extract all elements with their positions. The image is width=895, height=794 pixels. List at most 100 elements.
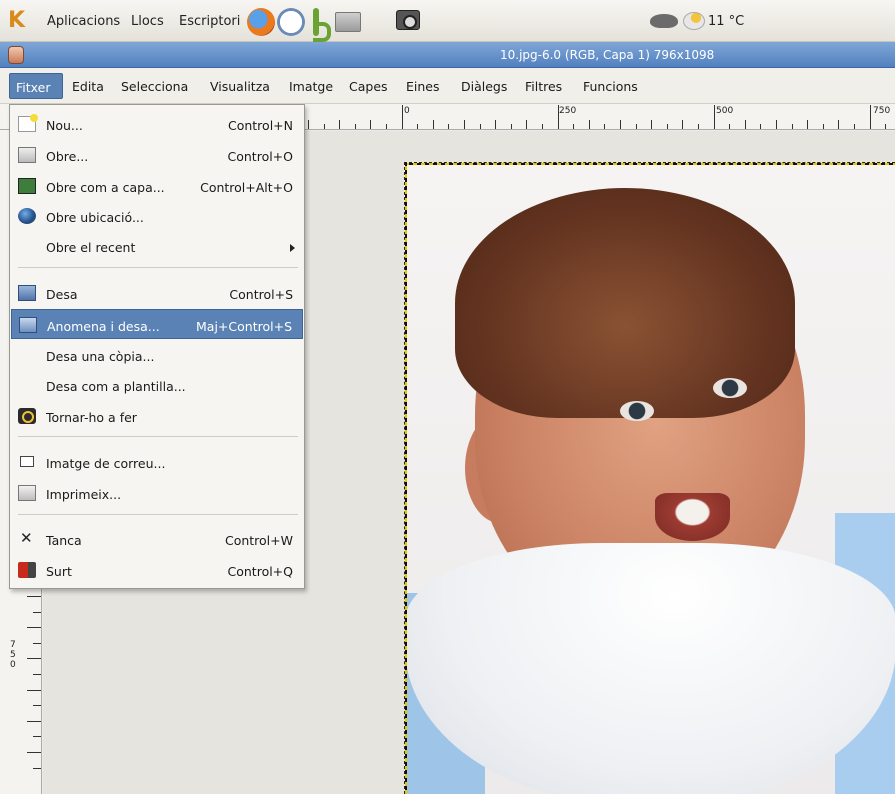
image-photo[interactable] bbox=[404, 162, 895, 794]
ruler-tick bbox=[729, 124, 731, 129]
ruler-tick bbox=[573, 124, 575, 129]
menu-item-label: Obre el recent bbox=[46, 240, 136, 255]
print-icon bbox=[18, 485, 36, 501]
ruler-tick bbox=[33, 736, 41, 738]
ruler-tick bbox=[33, 674, 41, 675]
menu-fitxer[interactable]: Fitxer bbox=[9, 73, 63, 99]
ruler-tick bbox=[542, 124, 543, 129]
menu-item-shortcut: Control+S bbox=[229, 287, 293, 302]
window-titlebar[interactable]: 10.jpg-6.0 (RGB, Capa 1) 796x1098 bbox=[0, 42, 895, 68]
menu-edita[interactable]: Edita bbox=[72, 79, 104, 94]
green-icon[interactable] bbox=[307, 8, 331, 42]
menu-item-save[interactable]: Desa Control+S bbox=[11, 278, 303, 308]
ruler-tick bbox=[526, 120, 528, 129]
ruler-tick bbox=[33, 767, 41, 769]
menu-item-label: Surt bbox=[46, 564, 72, 579]
menu-filtres[interactable]: Filtres bbox=[525, 79, 562, 94]
menu-item-quit[interactable]: Surt Control+Q bbox=[11, 555, 303, 585]
menu-item-new[interactable]: Nou... Control+N bbox=[11, 109, 303, 139]
menu-capes[interactable]: Capes bbox=[349, 79, 388, 94]
panel-menu-applications[interactable]: Aplicacions bbox=[47, 14, 120, 29]
ruler-label-0: 0 bbox=[404, 106, 410, 116]
clock-icon[interactable] bbox=[277, 8, 305, 36]
menu-dialegs[interactable]: Diàlegs bbox=[461, 79, 507, 94]
ruler-label-750: 750 bbox=[873, 106, 891, 116]
menu-item-revert[interactable]: Tornar-ho a fer bbox=[11, 401, 303, 431]
weather-bird-icon bbox=[650, 14, 678, 28]
ruler-tick bbox=[698, 124, 699, 129]
menu-item-open-recent[interactable]: Obre el recent bbox=[11, 231, 303, 261]
ruler-tick bbox=[448, 124, 450, 129]
menu-imatge[interactable]: Imatge bbox=[289, 79, 333, 94]
ruler-tick bbox=[33, 611, 41, 613]
open-icon bbox=[18, 147, 36, 163]
menu-item-label: Tornar-ho a fer bbox=[46, 410, 137, 425]
menu-selecciona[interactable]: Selecciona bbox=[121, 79, 188, 94]
ruler-tick bbox=[651, 120, 653, 129]
ruler-tick bbox=[588, 120, 590, 129]
weather-cloud-icon[interactable] bbox=[683, 12, 705, 30]
menu-item-label: Desa com a plantilla... bbox=[46, 379, 186, 394]
mail-icon bbox=[20, 456, 34, 467]
panel-menu-places[interactable]: Llocs bbox=[131, 14, 164, 29]
ruler-tick bbox=[370, 120, 372, 129]
photo-region bbox=[620, 401, 654, 421]
save-icon bbox=[18, 285, 36, 301]
menu-item-save-copy[interactable]: Desa una còpia... bbox=[11, 340, 303, 370]
menu-item-shortcut: Control+Q bbox=[227, 564, 294, 579]
ruler-tick bbox=[401, 105, 403, 129]
ruler-tick bbox=[27, 720, 41, 722]
ruler-tick bbox=[479, 124, 481, 129]
menu-item-open[interactable]: Obre... Control+O bbox=[11, 140, 303, 170]
ruler-tick bbox=[386, 124, 387, 129]
camera-icon[interactable] bbox=[396, 10, 420, 30]
ruler-tick bbox=[682, 120, 684, 129]
ruler-tick bbox=[27, 658, 41, 660]
ruler-tick bbox=[417, 124, 419, 129]
menu-item-label: Obre... bbox=[46, 149, 89, 164]
menu-item-close[interactable]: ✕ Tanca Control+W bbox=[11, 524, 303, 554]
firefox-icon[interactable] bbox=[247, 8, 275, 36]
menu-item-open-as-layer[interactable]: Obre com a capa... Control+Alt+O bbox=[11, 171, 303, 201]
menu-funcions[interactable]: Funcions bbox=[583, 79, 638, 94]
ruler-tick bbox=[854, 124, 855, 129]
menu-item-mail-image[interactable]: Imatge de correu... bbox=[11, 447, 303, 477]
menu-item-print[interactable]: Imprimeix... bbox=[11, 478, 303, 508]
save-as-icon bbox=[19, 317, 37, 333]
menu-item-shortcut: Maj+Control+S bbox=[196, 319, 292, 334]
menu-visualitza[interactable]: Visualitza bbox=[210, 79, 270, 94]
photo-region bbox=[713, 378, 747, 398]
folder-icon[interactable] bbox=[335, 12, 361, 32]
ruler-tick bbox=[33, 705, 41, 707]
ruler-tick bbox=[838, 120, 840, 129]
ruler-tick bbox=[885, 124, 887, 129]
menu-item-save-template[interactable]: Desa com a plantilla... bbox=[11, 370, 303, 400]
ruler-tick bbox=[822, 124, 824, 129]
panel-menu-desktop[interactable]: Escriptori bbox=[179, 14, 240, 29]
ruler-tick bbox=[744, 120, 746, 129]
menu-eines[interactable]: Eines bbox=[406, 79, 440, 94]
gimp-window-icon[interactable] bbox=[8, 46, 24, 64]
menu-item-shortcut: Control+Alt+O bbox=[200, 180, 293, 195]
ruler-label-250: 250 bbox=[559, 106, 577, 116]
menu-item-save-as[interactable]: Anomena i desa... Maj+Control+S bbox=[11, 309, 303, 339]
ruler-tick bbox=[495, 120, 497, 129]
ruler-tick bbox=[27, 627, 41, 629]
ruler-tick bbox=[635, 124, 637, 129]
ruler-tick bbox=[604, 124, 606, 129]
revert-icon bbox=[18, 408, 36, 424]
photo-region bbox=[655, 493, 730, 541]
ruler-tick bbox=[308, 120, 309, 129]
ruler-tick bbox=[33, 642, 41, 644]
menu-item-label: Desa una còpia... bbox=[46, 349, 155, 364]
selection-border bbox=[405, 163, 407, 794]
submenu-arrow-icon bbox=[290, 244, 295, 252]
kde-logo-icon[interactable]: K bbox=[8, 10, 25, 32]
ruler-tick bbox=[620, 120, 621, 129]
menu-item-shortcut: Control+O bbox=[227, 149, 294, 164]
menu-item-shortcut: Control+N bbox=[227, 118, 293, 133]
photo-region bbox=[405, 543, 895, 794]
temperature-readout[interactable]: 11 °C bbox=[708, 14, 744, 29]
menu-item-open-location[interactable]: Obre ubicació... bbox=[11, 201, 303, 231]
ruler-tick bbox=[339, 120, 341, 129]
